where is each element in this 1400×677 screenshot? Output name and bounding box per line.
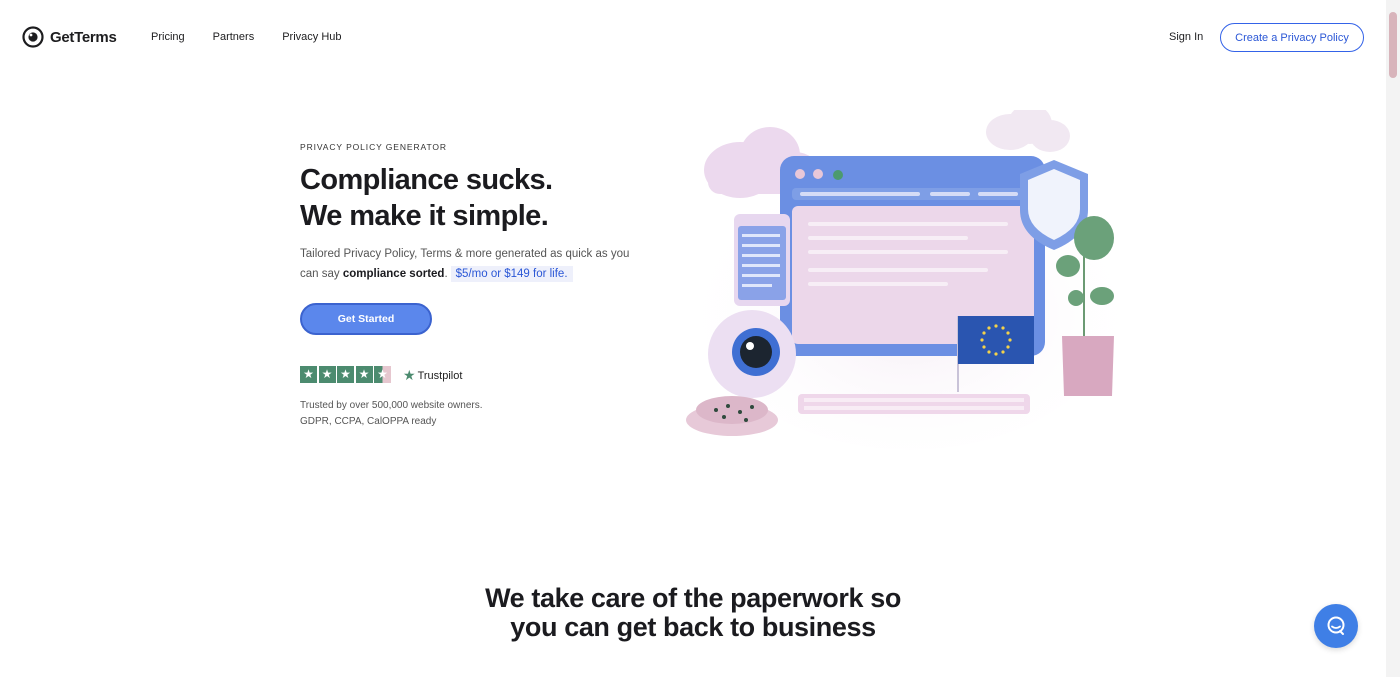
headline-line-1: Compliance sucks. xyxy=(300,164,553,196)
trustpilot-logo[interactable]: ★ Trustpilot xyxy=(403,367,462,384)
section-title: We take care of the paperwork so you can… xyxy=(0,584,1386,642)
nav-links: Pricing Partners Privacy Hub xyxy=(151,31,370,43)
top-navigation: GetTerms Pricing Partners Privacy Hub Si… xyxy=(0,0,1386,76)
trustpilot-star-icon: ★ xyxy=(403,367,416,383)
trusted-line-2: GDPR, CCPA, CalOPPA ready xyxy=(300,415,437,427)
desc-period: . xyxy=(444,267,448,280)
headline-line-2: We make it simple. xyxy=(300,200,549,232)
chat-button[interactable] xyxy=(1314,604,1358,648)
page-scrollbar[interactable] xyxy=(1386,0,1400,677)
hero-description: Tailored Privacy Policy, Terms & more ge… xyxy=(300,245,640,284)
price-tag: $5/mo or $149 for life. xyxy=(450,265,573,282)
hero-headline: Compliance sucks. We make it simple. xyxy=(300,162,553,234)
create-privacy-policy-button[interactable]: Create a Privacy Policy xyxy=(1220,23,1364,52)
scrollbar-thumb[interactable] xyxy=(1389,12,1397,78)
keyboard-icon xyxy=(798,394,1030,414)
trusted-text: Trusted by over 500,000 website owners. … xyxy=(300,398,483,429)
star-icon: ★ xyxy=(300,366,317,383)
nav-link-pricing[interactable]: Pricing xyxy=(151,31,185,43)
hero-illustration xyxy=(686,110,1125,450)
section-title-line-2: you can get back to business xyxy=(510,612,876,642)
star-icon: ★ xyxy=(337,366,354,383)
star-icon: ★ xyxy=(355,366,373,383)
trustpilot-label: Trustpilot xyxy=(417,369,463,382)
section-title-line-1: We take care of the paperwork so xyxy=(485,583,901,613)
cloud-right-icon xyxy=(986,110,1070,152)
nav-link-privacy-hub[interactable]: Privacy Hub xyxy=(282,31,341,43)
eye-logo-icon xyxy=(22,26,44,48)
trusted-line-1: Trusted by over 500,000 website owners. xyxy=(300,400,483,411)
star-icon: ★ xyxy=(318,366,336,383)
logo-link[interactable]: GetTerms xyxy=(22,26,117,48)
nav-link-partners[interactable]: Partners xyxy=(213,31,255,43)
document-icon xyxy=(734,214,790,306)
chat-bubble-icon xyxy=(1327,616,1345,635)
half-star-icon: ★ xyxy=(374,366,391,383)
trustpilot-rating[interactable]: ★ ★ ★ ★ ★ xyxy=(300,366,391,383)
logo-text: GetTerms xyxy=(50,28,117,46)
desc-bold: compliance sorted xyxy=(342,267,445,280)
hero-eyebrow: PRIVACY POLICY GENERATOR xyxy=(300,142,447,152)
sign-in-link[interactable]: Sign In xyxy=(1169,31,1203,43)
eyeball-icon xyxy=(708,310,796,398)
get-started-button[interactable]: Get Started xyxy=(300,303,432,335)
